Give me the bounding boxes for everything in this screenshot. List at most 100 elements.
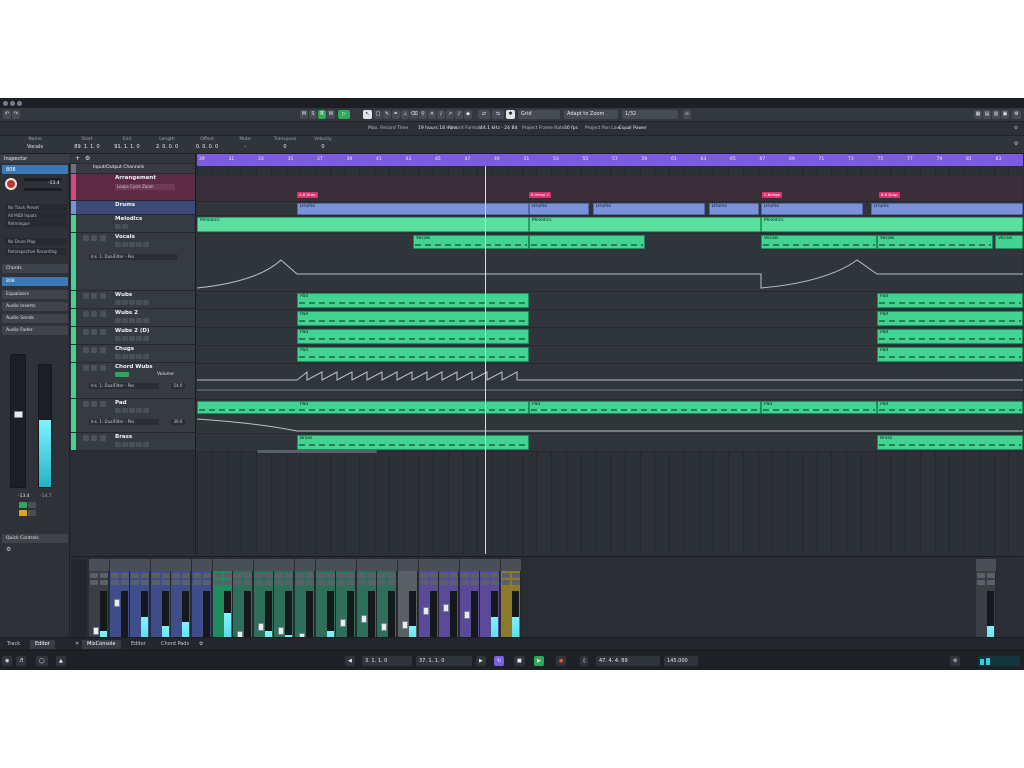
color-tool-icon[interactable]: ◆ <box>464 110 472 119</box>
strip-pan-knob[interactable] <box>253 559 274 571</box>
inspector-sends-section[interactable]: Audio Sends <box>2 314 68 323</box>
strip-mute-solo[interactable] <box>172 573 191 587</box>
strip-pan-knob[interactable] <box>439 559 460 571</box>
close-window-button[interactable] <box>3 101 8 106</box>
inspector-fader-section[interactable]: Audio Fader <box>2 326 68 335</box>
snap-type-button[interactable]: ⇆ <box>492 110 504 119</box>
marker-c-bridge[interactable]: C.Bridge <box>762 192 783 198</box>
strip-fader-cap[interactable] <box>443 603 450 612</box>
tab-mixconsole[interactable]: MixConsole <box>82 640 121 649</box>
midi-output-field[interactable]: Retrologue <box>5 220 67 227</box>
track-drums[interactable]: Drums <box>71 201 195 215</box>
add-track-icon[interactable]: + <box>75 155 80 162</box>
draw-tool-icon[interactable]: ∕ <box>437 110 445 119</box>
quick-controls-section[interactable]: Quick Controls <box>2 534 68 543</box>
undo-button[interactable]: ↶ <box>3 110 11 119</box>
play-button[interactable]: ▶ <box>534 656 544 666</box>
part-wubs2d-1[interactable]: Pad <box>297 329 529 344</box>
read-mode-button[interactable]: R <box>318 110 326 119</box>
part-chugs-1[interactable]: Pad <box>297 347 529 362</box>
settings-gear-icon[interactable]: ⚙ <box>1012 110 1021 119</box>
strip-mute-solo[interactable] <box>151 573 170 587</box>
strip-mute-solo[interactable] <box>90 573 108 587</box>
strip-mute-solo[interactable] <box>357 573 376 587</box>
rack-toggle-icon[interactable]: ▣ <box>1001 110 1009 119</box>
track-melodics[interactable]: Melodics <box>71 215 195 233</box>
line-tool-icon[interactable]: ↗ <box>446 110 454 119</box>
strip-mute-solo[interactable] <box>378 573 397 587</box>
strip-pan-knob[interactable] <box>150 559 171 571</box>
track-wubs-2-d[interactable]: Wubs 2 (D) <box>71 327 195 345</box>
strip-mute-solo[interactable] <box>460 573 479 587</box>
part-drums-1[interactable]: Drums <box>297 203 529 215</box>
retrospective-recording-field[interactable]: Retrospective Recording <box>5 248 67 255</box>
track-chord-wubs[interactable]: Chord Wubs Volume Ins. 1: DualFilter - P… <box>71 363 195 399</box>
inspector-fader-track[interactable] <box>10 354 26 488</box>
info-name[interactable]: Name Vocals <box>20 137 50 153</box>
part-wubs2-1[interactable]: Pad <box>297 311 529 326</box>
tempo-field[interactable]: 145.000 <box>664 656 698 666</box>
inspector-write-button[interactable] <box>28 502 36 508</box>
part-drums-3[interactable]: Drums <box>593 203 705 215</box>
track-wubs-2[interactable]: Wubs 2 <box>71 309 195 327</box>
activity-icon[interactable]: ◉ <box>2 656 13 666</box>
inspector-read-button[interactable] <box>19 502 27 508</box>
strip-pan-knob[interactable] <box>171 559 192 571</box>
strip-pan-knob[interactable] <box>356 559 377 571</box>
zone-settings-gear-icon[interactable]: ⚙ <box>194 640 208 649</box>
status-settings-icon[interactable]: ⚙ <box>1014 126 1018 131</box>
strip-pan-knob[interactable] <box>89 559 109 571</box>
vocals-automation-curve[interactable] <box>197 252 1023 290</box>
strip-mute-solo[interactable] <box>131 573 150 587</box>
inspector-channel-section[interactable]: 808 <box>2 277 68 286</box>
part-drums-6[interactable]: Drums <box>871 203 1023 215</box>
strip-pan-knob[interactable] <box>398 559 418 571</box>
strip-fader-cap[interactable] <box>360 615 367 623</box>
info-transpose[interactable]: Transpose 0 <box>268 137 302 153</box>
strip-pan-knob[interactable] <box>501 559 521 571</box>
snap-to-zero-icon[interactable]: ✱ <box>506 110 515 119</box>
strip-fader-cap[interactable] <box>381 623 388 631</box>
info-length[interactable]: Length 2. 0. 0. 0 <box>152 137 182 153</box>
write-mode-button[interactable]: W <box>327 110 335 119</box>
part-vocals-1[interactable]: Vocals <box>413 235 529 249</box>
info-offset[interactable]: Offset 0. 0. 0. 0 <box>192 137 222 153</box>
strip-mute-solo[interactable] <box>419 573 438 587</box>
track-settings-icon[interactable]: ⚙ <box>85 155 90 162</box>
track-arrangement[interactable]: Arrangement Loops Cycle Zoom <box>71 174 195 201</box>
pad-automation-curve[interactable] <box>197 415 1023 433</box>
strip-fader-cap[interactable] <box>402 621 408 630</box>
strip-pan-knob[interactable] <box>130 559 151 571</box>
iterative-quantize-icon[interactable]: ∞ <box>683 110 691 119</box>
strip-pan-knob[interactable] <box>109 559 130 571</box>
track-preset-field[interactable]: No Track Preset <box>5 204 67 211</box>
drum-map-field[interactable]: No Drum Map <box>5 238 67 245</box>
strip-mute-solo[interactable] <box>234 573 253 587</box>
inspector-equalizers-section[interactable]: Equalizers <box>2 290 68 299</box>
strip-mute-solo[interactable] <box>254 573 273 587</box>
part-drums-5[interactable]: Drums <box>761 203 863 215</box>
grid-size-dropdown[interactable]: Adapt to Zoom <box>564 110 618 119</box>
strip-fader-cap[interactable] <box>340 619 347 627</box>
part-wubs-2[interactable]: Pad <box>877 293 1023 308</box>
strip-pan-knob[interactable] <box>418 559 439 571</box>
part-pad-2[interactable]: Pad <box>529 401 761 414</box>
part-vocals-5[interactable]: Vocals <box>995 235 1023 249</box>
play-tool-icon[interactable]: ♪ <box>455 110 463 119</box>
part-chugs-2[interactable]: Pad <box>877 347 1023 362</box>
audio-performance-icon[interactable]: ⚙ <box>950 656 961 666</box>
left-locator-field[interactable]: 3. 1. 1. 0 <box>362 656 412 666</box>
strip-pan-knob[interactable] <box>233 559 254 571</box>
inspector-track-section[interactable]: 808 <box>2 165 68 174</box>
inspector-fader-cap[interactable] <box>14 411 23 418</box>
strip-mute-solo[interactable] <box>977 573 995 587</box>
object-selection-tool-icon[interactable]: ↖ <box>363 110 372 119</box>
quantize-dropdown[interactable]: 1/32 <box>622 110 678 119</box>
zoom-tool-icon[interactable]: ⚲ <box>419 110 427 119</box>
strip-pan-knob[interactable] <box>192 559 212 571</box>
automation-mode-icon[interactable]: ▷ <box>338 110 350 119</box>
part-melodics-2[interactable]: Melodics <box>529 217 761 232</box>
pencil-tool-icon[interactable]: ✎ <box>383 110 391 119</box>
tab-editor[interactable]: Editor <box>126 640 151 649</box>
strip-pan-knob[interactable] <box>976 559 996 571</box>
